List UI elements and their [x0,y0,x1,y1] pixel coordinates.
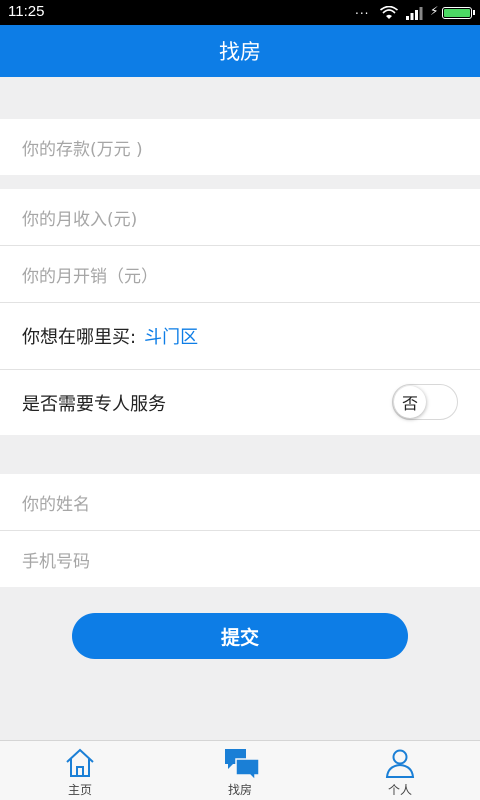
area-label: 你想在哪里买: [22,327,137,348]
savings-placeholder: 你的存款(万元 ) [22,139,143,160]
chat-icon [225,749,260,781]
status-time: 11:25 [8,3,45,20]
service-row: 是否需要专人服务 否 [0,370,480,435]
signal-icon [406,7,423,20]
area-selector[interactable]: 你想在哪里买: 斗门区 [0,303,480,369]
name-placeholder: 你的姓名 [22,494,90,515]
notification-dots: ... [355,3,370,17]
service-label: 是否需要专人服务 [22,393,166,415]
toggle-knob: 否 [394,386,426,418]
app-header: 找房 [0,25,480,77]
tab-home-label: 主页 [67,783,92,797]
wifi-icon [380,6,398,19]
submit-button[interactable]: 提交 [72,613,408,659]
expense-placeholder: 你的月开销（元） [22,266,158,287]
home-icon [66,748,94,777]
service-toggle[interactable]: 否 [392,384,458,420]
area-value[interactable]: 斗门区 [144,323,198,349]
tab-find-house[interactable]: 找房 [160,741,320,800]
phone-placeholder: 手机号码 [22,551,90,572]
page-title: 找房 [219,40,261,64]
tab-profile[interactable]: 个人 [320,741,480,800]
bottom-tab-bar: 主页 找房 个人 [0,740,480,800]
status-bar: 11:25 ... ⚡ [0,0,480,25]
expense-field[interactable]: 你的月开销（元） [0,246,480,302]
phone-field[interactable]: 手机号码 [0,531,480,587]
battery-icon [442,7,475,19]
income-field[interactable]: 你的月收入(元) [0,189,480,245]
income-placeholder: 你的月收入(元) [22,209,138,230]
charging-icon: ⚡ [430,4,439,18]
person-icon [385,749,415,778]
savings-field[interactable]: 你的存款(万元 ) [0,119,480,175]
name-field[interactable]: 你的姓名 [0,474,480,530]
tab-home[interactable]: 主页 [0,741,160,800]
tab-profile-label: 个人 [387,783,412,797]
tab-find-house-label: 找房 [227,783,252,797]
